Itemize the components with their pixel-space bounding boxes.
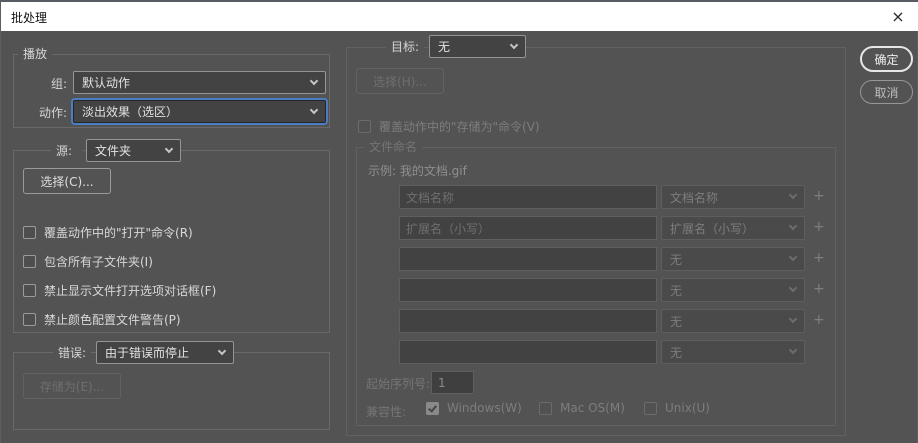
errors-legend-row: 错误:	[53, 341, 92, 364]
naming-input-6[interactable]	[399, 340, 657, 364]
naming-row: 无 +	[399, 247, 839, 271]
naming-input-1[interactable]	[399, 185, 657, 209]
add-field-icon: +	[813, 250, 825, 266]
naming-select-2[interactable]: 扩展名（小写）	[661, 216, 805, 240]
add-field-icon: +	[813, 188, 825, 204]
play-group-legend: 播放	[18, 46, 53, 62]
errors-label: 错误:	[58, 346, 87, 360]
chevron-down-icon	[217, 346, 227, 355]
chevron-down-icon	[788, 190, 798, 200]
naming-row: 无	[399, 340, 839, 364]
naming-select-1-value: 文档名称	[670, 190, 719, 205]
include-subfolders-label: 包含所有子文件夹(I)	[44, 255, 153, 269]
override-saveas-label: 覆盖动作中的"存储为"命令(V)	[379, 120, 540, 134]
naming-select-3[interactable]: 无	[661, 247, 805, 271]
close-icon[interactable]: ×	[888, 7, 908, 27]
destination-value: 无	[438, 40, 451, 54]
action-set-value: 默认动作	[82, 76, 131, 90]
compatibility-label: 兼容性:	[366, 405, 407, 419]
chevron-down-icon	[309, 105, 319, 114]
save-errors-button[interactable]: 存储为(E)...	[23, 373, 121, 399]
chevron-down-icon	[164, 144, 174, 153]
suppress-color-warnings-label: 禁止颜色配置文件警告(P)	[44, 313, 181, 327]
action-set-select[interactable]: 默认动作	[73, 71, 326, 94]
suppress-color-warnings-checkbox[interactable]	[23, 313, 36, 326]
compat-windows-checkbox[interactable]	[426, 401, 439, 415]
override-open-row: 覆盖动作中的"打开"命令(R)	[23, 224, 193, 241]
override-saveas-row: 覆盖动作中的"存储为"命令(V)	[358, 118, 540, 135]
naming-select-2-value: 扩展名（小写）	[670, 221, 755, 236]
naming-row: 扩展名（小写） +	[399, 216, 839, 240]
naming-input-3[interactable]	[399, 247, 657, 271]
source-legend-row: 源:	[51, 139, 84, 162]
check-icon	[428, 402, 437, 413]
naming-select-1[interactable]: 文档名称	[661, 185, 805, 209]
naming-select-6-value: 无	[670, 345, 683, 360]
batch-dialog: 批处理 × 播放 组: 默认动作 动作: 淡出效果（选区） 源: 文件夹 选择(…	[0, 0, 918, 443]
naming-select-5[interactable]: 无	[661, 309, 805, 333]
errors-select[interactable]: 由于错误而停止	[96, 341, 234, 364]
naming-input-5[interactable]	[399, 309, 657, 333]
include-subfolders-row: 包含所有子文件夹(I)	[23, 253, 153, 270]
choose-source-button[interactable]: 选择(C)...	[23, 168, 111, 194]
chevron-down-icon	[309, 76, 319, 85]
compat-macos-row: Mac OS(M)	[539, 401, 625, 415]
compat-unix-label: Unix(U)	[665, 401, 710, 415]
window-title: 批处理	[11, 11, 48, 25]
chevron-down-icon	[509, 40, 519, 49]
titlebar: 批处理 ×	[1, 0, 918, 31]
naming-select-4[interactable]: 无	[661, 278, 805, 302]
suppress-open-dialogs-row: 禁止显示文件打开选项对话框(F)	[23, 282, 216, 299]
file-naming-example: 示例: 我的文档.gif	[368, 164, 467, 178]
override-saveas-checkbox[interactable]	[358, 120, 371, 133]
serial-number-input[interactable]	[431, 371, 474, 394]
override-open-checkbox[interactable]	[23, 226, 36, 239]
chevron-down-icon	[788, 221, 798, 231]
add-field-icon: +	[813, 281, 825, 297]
source-select[interactable]: 文件夹	[86, 139, 181, 162]
compat-macos-checkbox[interactable]	[539, 401, 552, 415]
naming-select-4-value: 无	[670, 283, 683, 298]
serial-number-label: 起始序列号:	[366, 377, 431, 391]
destination-legend-row: 目标:	[386, 35, 425, 58]
errors-value: 由于错误而停止	[105, 346, 190, 360]
override-open-label: 覆盖动作中的"打开"命令(R)	[44, 226, 193, 240]
compat-unix-row: Unix(U)	[644, 401, 710, 415]
action-select[interactable]: 淡出效果（选区）	[73, 100, 326, 123]
naming-select-6[interactable]: 无	[661, 340, 805, 364]
suppress-open-dialogs-checkbox[interactable]	[23, 284, 36, 297]
naming-input-2[interactable]	[399, 216, 657, 240]
cancel-button[interactable]: 取消	[860, 80, 913, 104]
compat-windows-row: Windows(W)	[426, 401, 522, 415]
action-label: 动作:	[38, 106, 67, 120]
chevron-down-icon	[788, 314, 798, 324]
include-subfolders-checkbox[interactable]	[23, 255, 36, 268]
compat-windows-label: Windows(W)	[447, 401, 522, 415]
file-naming-legend: 文件命名	[364, 139, 423, 155]
naming-input-4[interactable]	[399, 278, 657, 302]
naming-select-5-value: 无	[670, 314, 683, 329]
add-field-icon: +	[813, 312, 825, 328]
choose-destination-button[interactable]: 选择(H)...	[356, 68, 444, 94]
action-value: 淡出效果（选区）	[82, 105, 179, 119]
chevron-down-icon	[788, 252, 798, 262]
naming-row: 无 +	[399, 309, 839, 333]
chevron-down-icon	[788, 345, 798, 355]
add-field-icon: +	[813, 219, 825, 235]
destination-label: 目标:	[391, 40, 420, 54]
compat-macos-label: Mac OS(M)	[560, 401, 625, 415]
naming-row: 文档名称 +	[399, 185, 839, 209]
naming-select-3-value: 无	[670, 252, 683, 267]
ok-button[interactable]: 确定	[860, 46, 913, 72]
suppress-color-warnings-row: 禁止颜色配置文件警告(P)	[23, 311, 181, 328]
chevron-down-icon	[788, 283, 798, 293]
suppress-open-dialogs-label: 禁止显示文件打开选项对话框(F)	[44, 284, 217, 298]
destination-select[interactable]: 无	[429, 35, 526, 58]
source-label: 源:	[56, 144, 73, 158]
action-set-label: 组:	[50, 77, 67, 91]
compat-unix-checkbox[interactable]	[644, 401, 657, 415]
naming-row: 无 +	[399, 278, 839, 302]
source-value: 文件夹	[95, 144, 132, 158]
